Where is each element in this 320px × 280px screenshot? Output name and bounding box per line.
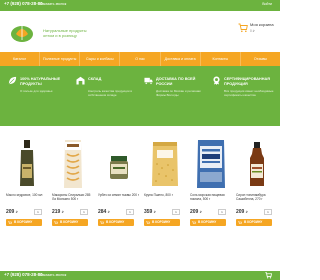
product-name[interactable]: Соль морская пищевая помола, 500 г xyxy=(190,193,232,201)
product-price: 209 ₽ xyxy=(6,209,18,215)
feature-subtitle: О пользе для здоровья xyxy=(20,89,53,93)
feature-natural: 100% натуральные продукты О пользе для з… xyxy=(6,76,70,116)
feature-title: Доставка по всей России xyxy=(156,77,196,86)
quantity-field[interactable]: 1 xyxy=(126,209,134,215)
quantity-field[interactable]: 1 xyxy=(80,209,88,215)
add-to-cart-label: В КОРЗИНУ xyxy=(106,220,125,224)
quantity-field[interactable]: 1 xyxy=(218,209,226,215)
add-to-cart-label: В КОРЗИНУ xyxy=(152,220,171,224)
cart-icon xyxy=(8,220,12,224)
product-grid: Масло кедровое, 100 мл 209 ₽ 1 В КОРЗИНУ… xyxy=(0,130,280,280)
product-card[interactable]: Сироп топинамбура Сашибелла, 270 г 209 ₽… xyxy=(234,130,280,242)
product-name[interactable]: Урбеч из семян тыквы 200 г xyxy=(98,193,140,197)
add-to-cart-label: В КОРЗИНУ xyxy=(198,220,217,224)
nav-item-reviews[interactable]: Отзывы xyxy=(241,52,280,66)
bottom-bar: +7 (928) 078-28-80 Заказать звонок xyxy=(0,271,280,280)
feature-title: Склад xyxy=(88,77,102,81)
product-card[interactable]: Масло кедровое, 100 мл 209 ₽ 1 В КОРЗИНУ xyxy=(4,130,50,242)
product-name[interactable]: Макароны Спиральки 285 Ла Мольяно 500 г xyxy=(52,193,94,201)
cart-icon xyxy=(238,23,248,33)
product-price: 209 ₽ xyxy=(190,209,202,215)
nav-item-catalog[interactable]: Каталог xyxy=(0,52,41,66)
cart-icon[interactable] xyxy=(265,272,272,279)
cart-icon xyxy=(192,220,196,224)
product-image[interactable] xyxy=(4,136,50,190)
feature-certified: Сертифицированная продукция Вся продукци… xyxy=(210,76,274,116)
add-to-cart-button[interactable]: В КОРЗИНУ xyxy=(190,219,226,226)
top-bar: +7 (928) 078-28-80 Заказать звонок Войти xyxy=(0,0,280,11)
site-tagline: Натуральные продукты оптом и в розницу xyxy=(43,28,87,38)
feature-subtitle: Вся продукция имеет необходимые сертифик… xyxy=(224,89,274,97)
product-card[interactable]: Соль морская пищевая помола, 500 г 209 ₽… xyxy=(188,130,234,242)
nav-item-healthy[interactable]: Полезные продукты xyxy=(40,52,81,66)
product-price: 219 ₽ xyxy=(52,209,64,215)
nav-item-cheese[interactable]: Сыры и колбасы xyxy=(80,52,121,66)
add-to-cart-button[interactable]: В КОРЗИНУ xyxy=(144,219,180,226)
cart-icon xyxy=(54,220,58,224)
product-price: 359 ₽ xyxy=(144,209,156,215)
feature-delivery: Доставка по всей России Доставка по Моск… xyxy=(142,76,206,116)
product-image[interactable] xyxy=(188,136,234,190)
product-name[interactable]: Крупа Пшено, 800 г xyxy=(144,193,186,197)
add-to-cart-label: В КОРЗИНУ xyxy=(14,220,33,224)
feature-title: 100% натуральные продукты xyxy=(20,77,61,86)
product-card[interactable]: Макароны Спиральки 285 Ла Мольяно 500 г … xyxy=(50,130,96,242)
product-price: 209 ₽ xyxy=(236,209,248,215)
tagline-line-2: оптом и в розницу xyxy=(43,33,77,38)
warehouse-icon xyxy=(76,76,85,85)
product-image[interactable] xyxy=(142,136,188,190)
phone-number[interactable]: +7 (928) 078-28-80 xyxy=(4,1,43,6)
nav-item-about[interactable]: О нас xyxy=(120,52,161,66)
leaf-icon xyxy=(8,76,17,85)
feature-title: Сертифицированная продукция xyxy=(224,77,270,86)
features-band: 100% натуральные продукты О пользе для з… xyxy=(0,66,280,126)
truck-icon xyxy=(144,77,153,85)
cart-icon xyxy=(100,220,104,224)
add-to-cart-button[interactable]: В КОРЗИНУ xyxy=(98,219,134,226)
signin-link[interactable]: Войти xyxy=(262,2,272,6)
product-card[interactable]: Урбеч из семян тыквы 200 г 284 ₽ 1 В КОР… xyxy=(96,130,142,242)
cart-total: 0 ₽ xyxy=(250,29,255,33)
footer-callback-link[interactable]: Заказать звонок xyxy=(40,273,66,277)
add-to-cart-button[interactable]: В КОРЗИНУ xyxy=(52,219,88,226)
quantity-field[interactable]: 1 xyxy=(172,209,180,215)
feature-warehouse: Склад Контроль качества продукции в собс… xyxy=(74,76,138,116)
product-name[interactable]: Масло кедровое, 100 мл xyxy=(6,193,48,197)
quantity-field[interactable]: 1 xyxy=(34,209,42,215)
add-to-cart-button[interactable]: В КОРЗИНУ xyxy=(236,219,272,226)
footer-phone-number[interactable]: +7 (928) 078-28-80 xyxy=(4,272,43,277)
product-card[interactable]: Крупа Пшено, 800 г 359 ₽ 1 В КОРЗИНУ xyxy=(142,130,188,242)
nav-item-contacts[interactable]: Контакты xyxy=(201,52,241,66)
cart-icon xyxy=(146,220,150,224)
nav-item-delivery[interactable]: Доставка и оплата xyxy=(161,52,201,66)
certificate-icon xyxy=(213,76,220,85)
add-to-cart-label: В КОРЗИНУ xyxy=(60,220,79,224)
cart-title: Моя корзина xyxy=(250,22,274,27)
product-image[interactable] xyxy=(234,136,280,190)
product-image[interactable] xyxy=(50,136,96,190)
logo-icon[interactable] xyxy=(8,22,36,44)
callback-link[interactable]: Заказать звонок xyxy=(40,2,66,6)
product-image[interactable] xyxy=(96,136,142,190)
cart-icon xyxy=(238,220,242,224)
add-to-cart-button[interactable]: В КОРЗИНУ xyxy=(6,219,42,226)
feature-subtitle: Доставка по Москве и регионам Фирмы Воло… xyxy=(156,89,201,97)
product-price: 284 ₽ xyxy=(98,209,110,215)
cart-widget[interactable]: Моя корзина 0 ₽ xyxy=(238,22,274,40)
main-nav: Каталог Полезные продукты Сыры и колбасы… xyxy=(0,52,280,66)
add-to-cart-label: В КОРЗИНУ xyxy=(244,220,263,224)
feature-subtitle: Контроль качества продукции в собственно… xyxy=(88,89,132,97)
product-name[interactable]: Сироп топинамбура Сашибелла, 270 г xyxy=(236,193,278,201)
quantity-field[interactable]: 1 xyxy=(264,209,272,215)
